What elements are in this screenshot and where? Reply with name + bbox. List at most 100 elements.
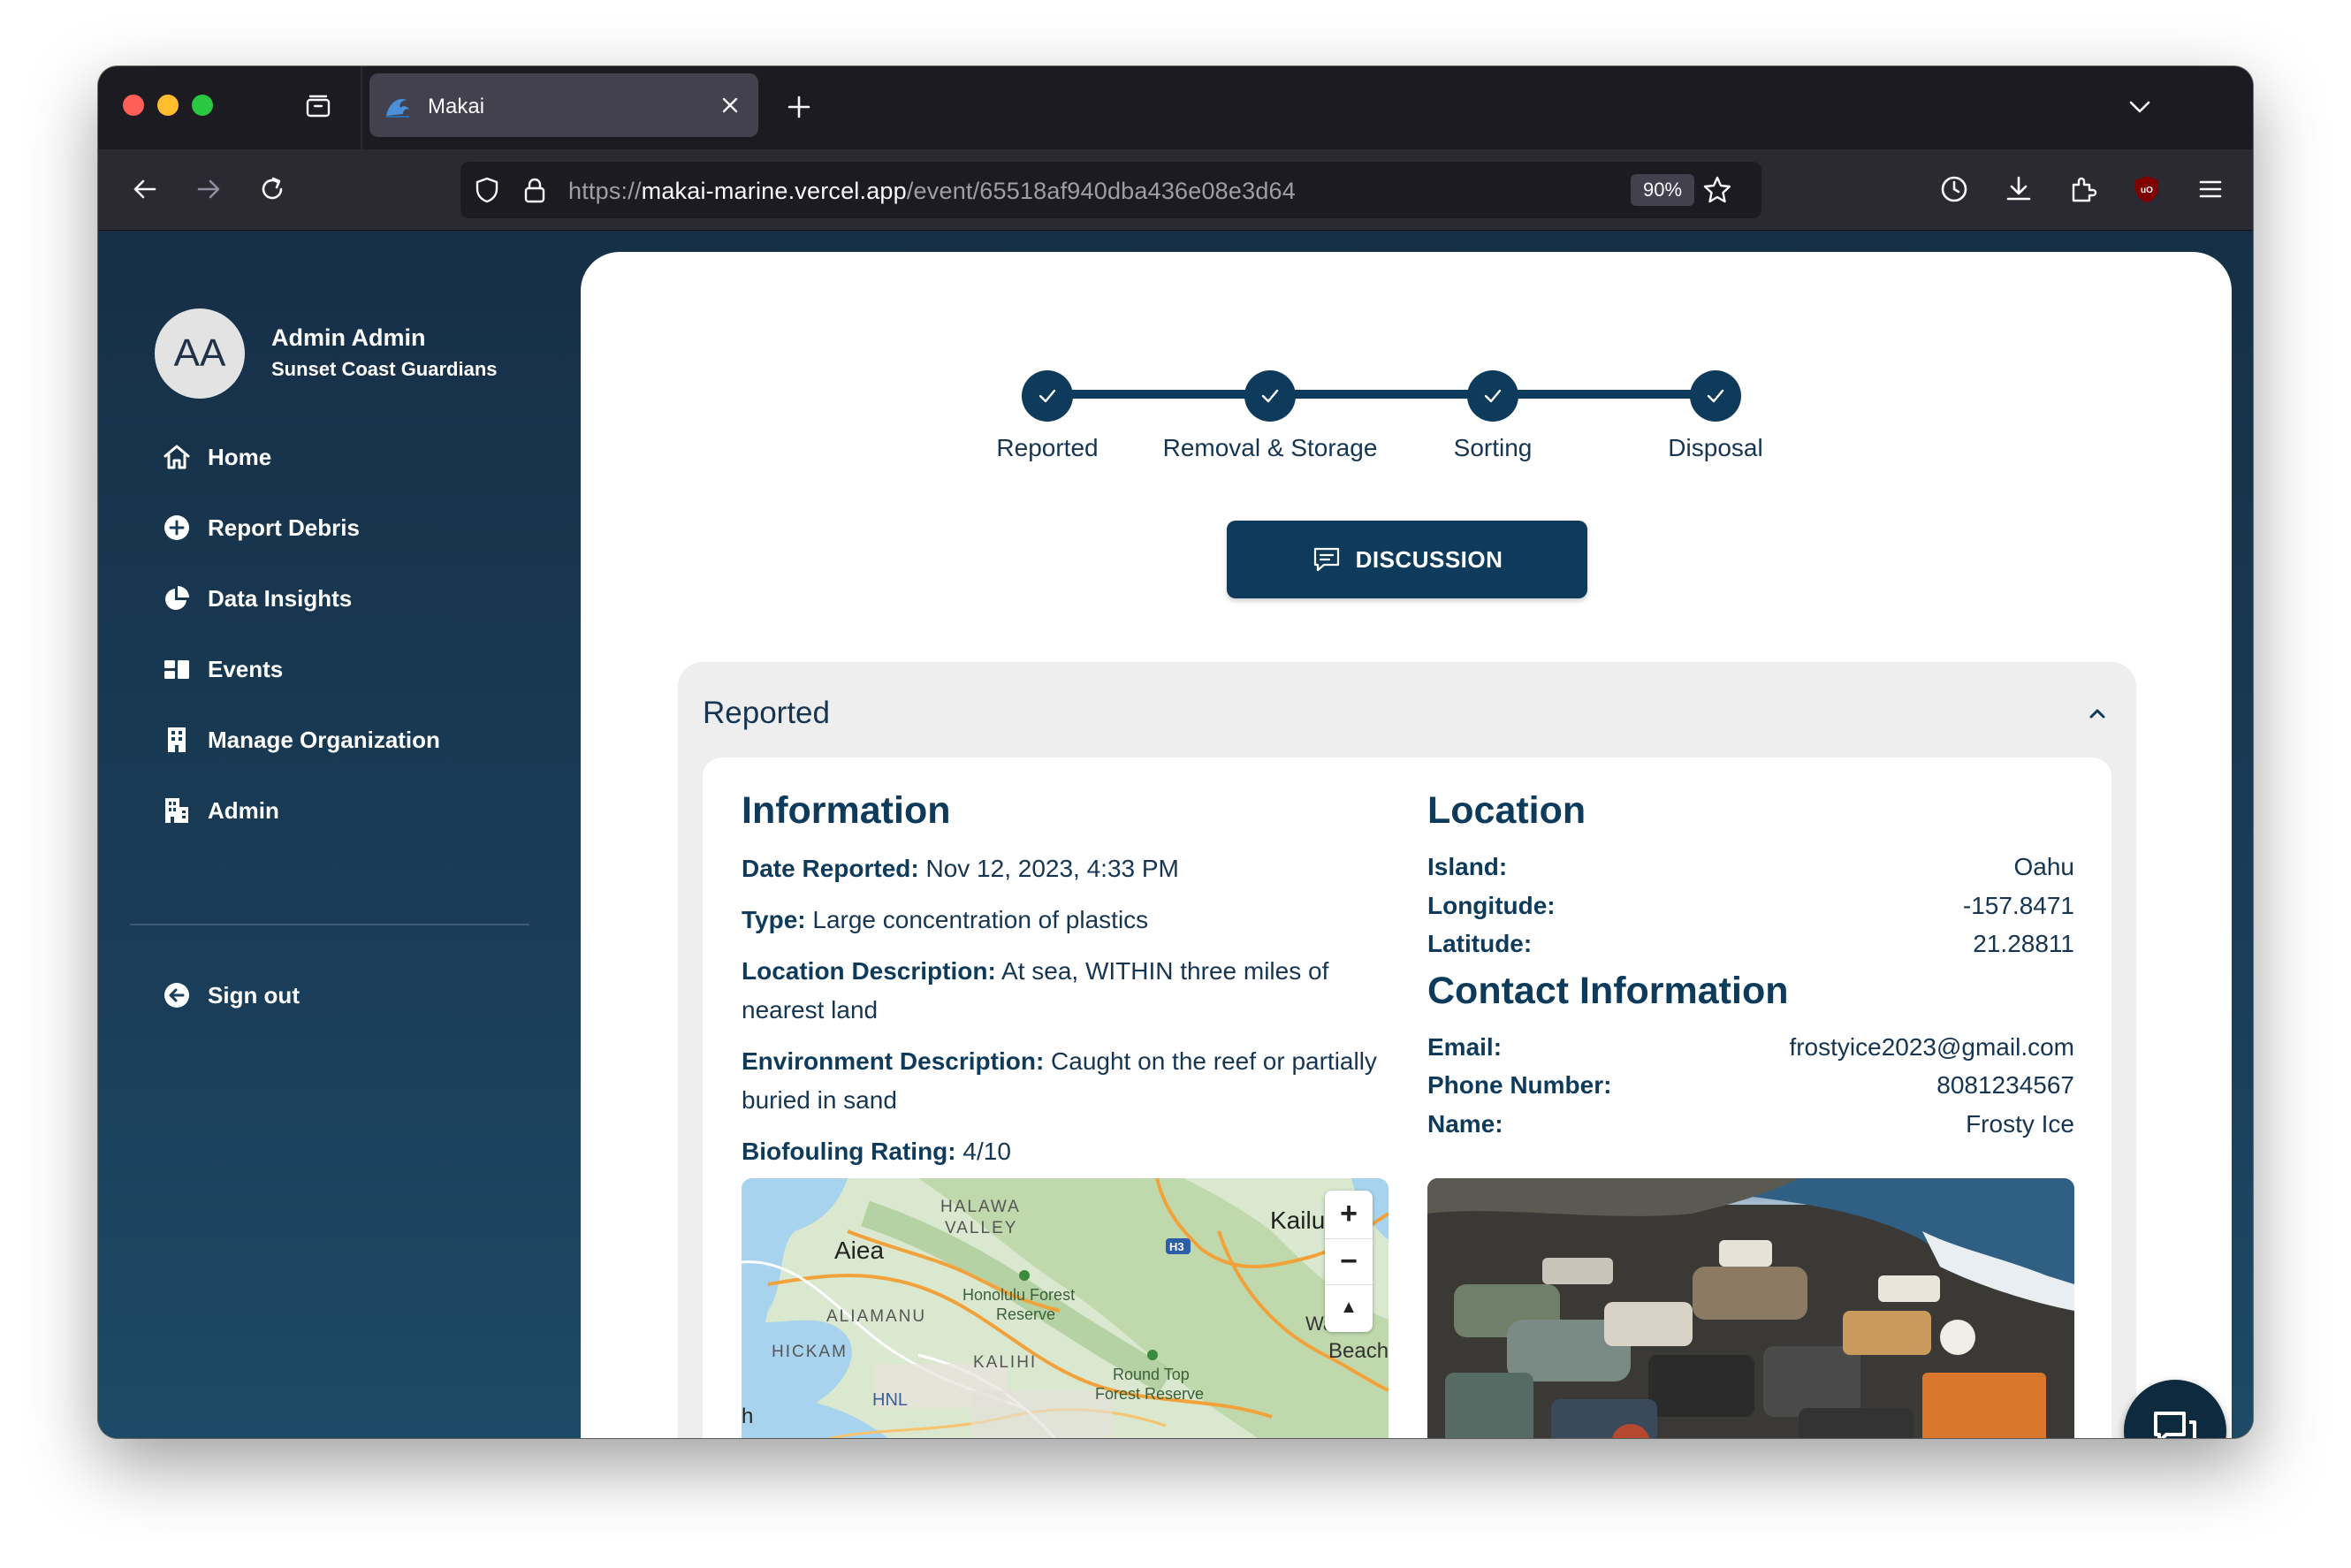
event-detail-panel: Reported Removal & Storage Sorting Dispo… — [581, 252, 2232, 1438]
history-clock-icon[interactable] — [1934, 169, 1974, 209]
discussion-label: DISCUSSION — [1355, 545, 1503, 573]
step-sorting-check-icon[interactable] — [1467, 370, 1518, 422]
zoom-level-badge[interactable]: 90% — [1631, 174, 1695, 206]
wave-icon — [384, 93, 412, 121]
sidebar-item-label: Events — [208, 655, 284, 682]
new-tab-icon[interactable] — [783, 91, 815, 123]
browser-window: Makai https://makai-marine.vercel.app/ev… — [98, 66, 2253, 1438]
map-label-hnl: HNL — [872, 1390, 909, 1410]
url-text[interactable]: https://makai-marine.vercel.app/event/65… — [568, 178, 1296, 205]
chat-icon — [2154, 1412, 2196, 1438]
events-icon — [162, 654, 192, 684]
environment-description-label: Environment Description: — [742, 1047, 1045, 1075]
extensions-puzzle-icon[interactable] — [2063, 169, 2104, 209]
location-description: Location Description: At sea, WITHIN thr… — [742, 952, 1378, 1030]
progress-stepper: Reported Removal & Storage Sorting Dispo… — [581, 252, 2232, 517]
phone-label: Phone Number: — [1427, 1071, 1612, 1099]
map-label-h3: H3 — [1169, 1240, 1184, 1253]
bookmark-star-icon[interactable] — [1701, 174, 1733, 210]
download-icon[interactable] — [1998, 169, 2039, 209]
type-label: Type: — [742, 906, 806, 933]
debris-photo[interactable] — [1427, 1178, 2074, 1438]
map-label-kailua: Kailu — [1270, 1206, 1326, 1234]
building-icon — [162, 725, 192, 755]
map-label-hickam: HICKAM — [772, 1343, 848, 1361]
page-viewport: AA Admin Admin Sunset Coast Guardians Ho… — [98, 231, 2253, 1438]
maximize-window-button[interactable] — [192, 95, 213, 116]
sidebar-item-events[interactable]: Events — [162, 647, 283, 691]
location-map[interactable]: Aiea HALAWA VALLEY Honolulu Forest Reser… — [742, 1178, 1389, 1438]
sidebar-divider — [130, 924, 529, 925]
chat-bubble-icon — [1312, 544, 1342, 575]
sidebar-item-label: Home — [208, 443, 272, 470]
close-tab-icon[interactable] — [714, 89, 746, 121]
map-zoom-out-button[interactable]: − — [1325, 1238, 1373, 1284]
step-reported-check-icon[interactable] — [1022, 370, 1073, 422]
reload-icon[interactable] — [252, 169, 293, 209]
ublock-origin-icon[interactable]: uO — [2127, 169, 2167, 209]
email-row: Email: frostyice2023@gmail.com — [1427, 1033, 2074, 1069]
map-zoom-in-button[interactable]: + — [1325, 1191, 1373, 1237]
location-heading: Location — [1427, 789, 1586, 832]
longitude-label: Longitude: — [1427, 892, 1556, 919]
reported-accordion: Reported Information Date Reported: Nov … — [678, 662, 2136, 1438]
phone-row: Phone Number: 8081234567 — [1427, 1071, 2074, 1107]
date-reported-value: Nov 12, 2023, 4:33 PM — [925, 855, 1179, 882]
lock-icon[interactable] — [521, 176, 549, 209]
sidebar-item-label: Report Debris — [208, 514, 360, 541]
close-window-button[interactable] — [123, 95, 144, 116]
sidebar-item-manage-organization[interactable]: Manage Organization — [162, 718, 440, 762]
biofouling-label: Biofouling Rating: — [742, 1138, 956, 1165]
map-label-aiea: Aiea — [834, 1237, 885, 1264]
compass-reset-button[interactable]: ▲ — [1325, 1284, 1373, 1330]
island-label: Island: — [1427, 853, 1508, 880]
sidebar-item-data-insights[interactable]: Data Insights — [162, 576, 352, 620]
sidebar-item-report-debris[interactable]: Report Debris — [162, 506, 360, 550]
phone-value: 8081234567 — [1936, 1071, 2074, 1099]
step-disposal-check-icon[interactable] — [1690, 370, 1741, 422]
map-label-honolulu-forest: Honolulu Forest — [962, 1286, 1076, 1304]
biofouling-value: 4/10 — [962, 1138, 1011, 1165]
map-label-halawa: HALAWA — [940, 1198, 1021, 1216]
debris-type: Type: Large concentration of plastics — [742, 901, 1378, 940]
latitude-value: 21.28811 — [1973, 930, 2074, 957]
tab-separator — [361, 66, 362, 149]
shield-icon[interactable] — [473, 176, 501, 209]
sidebar-item-admin[interactable]: Admin — [162, 788, 279, 833]
information-heading: Information — [742, 789, 951, 832]
navigation-toolbar: https://makai-marine.vercel.app/event/65… — [98, 149, 2253, 231]
sidebar-item-home[interactable]: Home — [162, 435, 271, 479]
tab-makai[interactable]: Makai — [369, 73, 758, 137]
name-label: Name: — [1427, 1110, 1503, 1138]
longitude-value: -157.8471 — [1962, 892, 2074, 919]
pie-chart-icon — [162, 583, 192, 613]
sidebar-item-label: Data Insights — [208, 584, 353, 612]
avatar[interactable]: AA — [155, 308, 245, 399]
map-label-round-top-reserve: Forest Reserve — [1095, 1385, 1205, 1403]
latitude-row: Latitude: 21.28811 — [1427, 930, 2074, 965]
map-label-round-top: Round Top — [1113, 1366, 1190, 1383]
organization-name: Sunset Coast Guardians — [271, 358, 498, 380]
tab-bar: Makai — [98, 66, 2253, 149]
report-details-card: Information Date Reported: Nov 12, 2023,… — [703, 757, 2111, 1438]
step-removal-check-icon[interactable] — [1244, 370, 1296, 422]
tab-groups-icon[interactable] — [303, 91, 333, 121]
url-scheme: https:// — [568, 178, 642, 204]
url-bar[interactable]: https://makai-marine.vercel.app/event/65… — [460, 162, 1761, 218]
admin-building-icon — [162, 795, 192, 826]
date-reported: Date Reported: Nov 12, 2023, 4:33 PM — [742, 849, 1378, 888]
chevron-down-icon[interactable] — [2124, 91, 2156, 123]
back-arrow-icon[interactable] — [125, 169, 165, 209]
contact-heading: Contact Information — [1427, 970, 1789, 1012]
environment-description: Environment Description: Caught on the r… — [742, 1042, 1378, 1120]
latitude-label: Latitude: — [1427, 930, 1533, 957]
email-label: Email: — [1427, 1033, 1503, 1061]
chevron-up-icon[interactable] — [2083, 699, 2111, 727]
sign-out-button[interactable]: Sign out — [162, 973, 300, 1017]
accordion-title[interactable]: Reported — [703, 696, 830, 731]
step-label: Sorting — [1453, 434, 1533, 461]
discussion-button[interactable]: DISCUSSION — [1227, 521, 1587, 598]
menu-hamburger-icon[interactable] — [2190, 169, 2231, 209]
minimize-window-button[interactable] — [157, 95, 179, 116]
forward-arrow-icon[interactable] — [188, 169, 229, 209]
